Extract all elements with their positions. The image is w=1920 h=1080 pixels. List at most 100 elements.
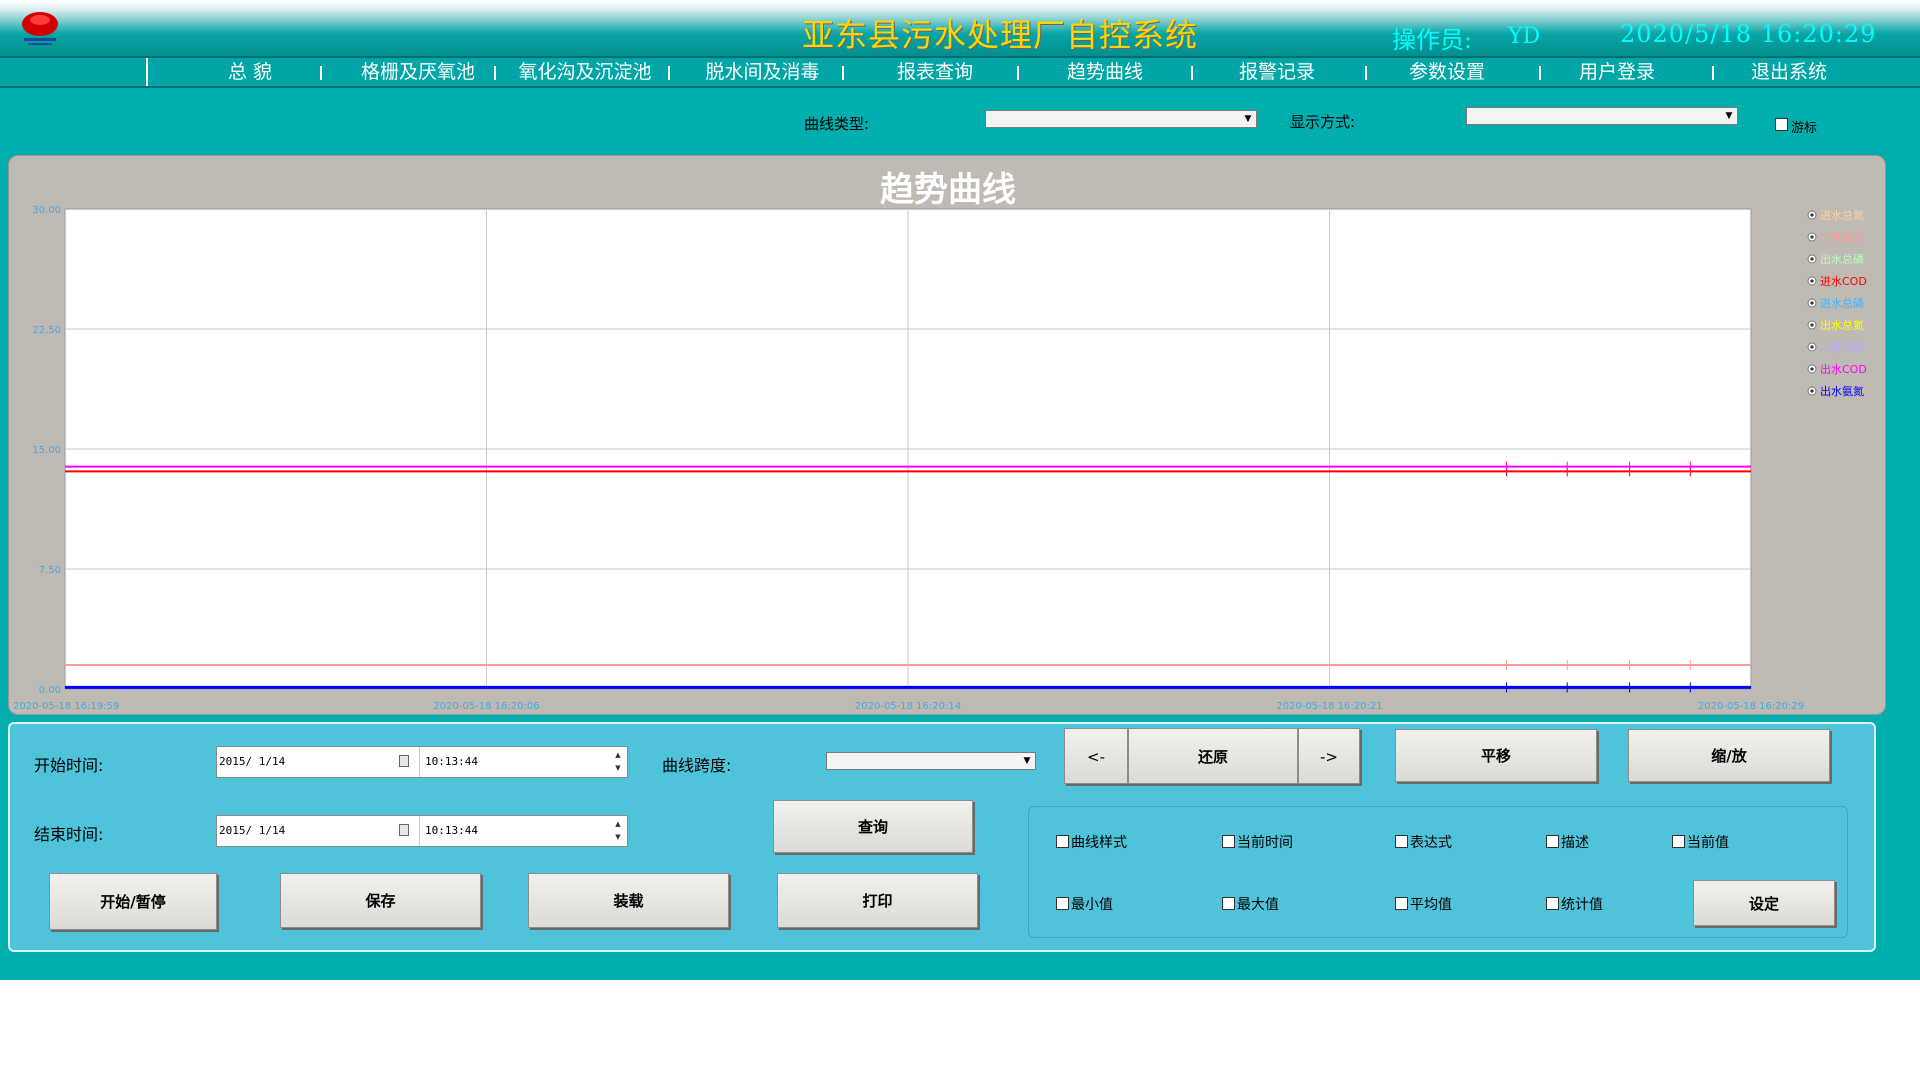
pan-button[interactable]: 平移 [1395,729,1597,782]
y-tick-label: 7.50 [39,565,61,576]
chevron-down-icon: ▼ [1725,111,1733,121]
x-tick-label: 2020-05-18 16:19:59 [13,701,119,712]
option-current-value[interactable]: 当前值 [1672,832,1729,852]
y-tick-label: 30.00 [32,205,61,216]
checkbox[interactable] [1546,896,1559,910]
legend-item-label[interactable]: 出水氨氮 [1820,384,1864,398]
zoom-button[interactable]: 缩/放 [1628,729,1830,782]
legend-eye-pupil-icon [1810,213,1814,217]
system-title: 亚东县污水处理厂自控系统 [801,16,1198,54]
y-tick-label: 15.00 [32,445,61,456]
option-max-value[interactable]: 最大值 [1222,894,1279,914]
nav-grille-anaerobic[interactable]: 格栅及厌氧池 [348,60,488,84]
start-time-spinner[interactable]: ▲ ▼ [611,749,625,775]
legend-item-label[interactable]: 出水总磷 [1820,340,1864,354]
legend-item-label[interactable]: 进水COD [1820,275,1867,288]
start-datetime-picker[interactable]: 2015/ 1/14 10:13:44 ▲ ▼ [216,746,628,778]
x-tick-label: 2020-05-18 16:20:06 [433,701,539,712]
spin-up-icon[interactable]: ▲ [611,818,625,831]
restore-button[interactable]: 还原 [1128,728,1298,784]
spin-down-icon[interactable]: ▼ [611,831,625,844]
legend-item-label[interactable]: 进水总氮 [1820,208,1864,222]
nav-overview[interactable]: 总 貌 [190,60,310,84]
nav-separator [842,66,844,80]
checkbox[interactable] [1222,896,1235,910]
prev-button[interactable]: <- [1064,728,1128,784]
nav-param-settings[interactable]: 参数设置 [1382,60,1512,84]
legend-eye-pupil-icon [1810,257,1814,261]
end-date-field[interactable]: 2015/ 1/14 [219,816,420,846]
checkbox[interactable] [1546,834,1559,848]
start-date-field[interactable]: 2015/ 1/14 [219,747,420,777]
print-button[interactable]: 打印 [777,873,978,928]
nav-left-blank [0,58,148,86]
nav-user-login[interactable]: 用户登录 [1552,60,1682,84]
legend-item-label[interactable]: 出水总磷 [1820,252,1864,266]
chevron-down-icon: ▼ [1023,756,1031,766]
x-tick-label: 2020-05-18 16:20:29 [1698,701,1804,712]
nav-separator [1712,66,1714,80]
nav-separator [1017,66,1019,80]
nav-separator [1365,66,1367,80]
cursor-checkbox[interactable] [1775,118,1788,131]
start-pause-button[interactable]: 开始/暂停 [49,873,217,930]
checkbox[interactable] [1395,896,1408,910]
legend-eye-pupil-icon [1810,323,1814,327]
nav-oxidation-ditch[interactable]: 氧化沟及沉淀池 [510,60,660,84]
calendar-icon[interactable] [399,824,409,836]
title-bar: 亚东县污水处理厂自控系统 操作员: YD 2020/5/18 16:20:29 [0,0,1920,56]
checkbox[interactable] [1056,896,1069,910]
option-label: 统计值 [1561,897,1603,913]
set-button[interactable]: 设定 [1693,880,1835,926]
legend-item-label[interactable]: 出水总氮 [1820,318,1864,332]
option-average-value[interactable]: 平均值 [1395,894,1452,914]
save-button[interactable]: 保存 [280,873,481,928]
option-current-time[interactable]: 当前时间 [1222,832,1293,852]
spin-down-icon[interactable]: ▼ [611,762,625,775]
option-description[interactable]: 描述 [1546,832,1589,852]
curve-type-select[interactable]: ▼ [985,110,1257,128]
legend-item-label[interactable]: 进水总磷 [1820,296,1864,310]
legend-item-label[interactable]: 出水COD [1820,362,1867,376]
checkbox[interactable] [1672,834,1685,848]
load-button[interactable]: 装载 [528,873,729,928]
option-curve-style[interactable]: 曲线样式 [1056,832,1127,852]
option-expression[interactable]: 表达式 [1395,832,1452,852]
next-button[interactable]: -> [1298,728,1360,784]
legend-eye-pupil-icon [1810,279,1814,283]
option-statistic-value[interactable]: 统计值 [1546,894,1603,914]
option-label: 表达式 [1410,835,1452,851]
calendar-icon[interactable] [399,755,409,767]
checkbox[interactable] [1056,834,1069,848]
nav-trend-curve[interactable]: 趋势曲线 [1040,60,1170,84]
checkbox[interactable] [1395,834,1408,848]
option-label: 最小值 [1071,897,1113,913]
end-time-label: 结束时间: [34,825,104,844]
curve-span-label: 曲线跨度: [662,756,732,775]
display-mode-select[interactable]: ▼ [1466,107,1738,125]
display-mode-label: 显示方式: [1290,113,1356,131]
checkbox[interactable] [1222,834,1235,848]
nav-exit-system[interactable]: 退出系统 [1724,60,1854,84]
nav-alarm-log[interactable]: 报警记录 [1212,60,1342,84]
legend-eye-pupil-icon [1810,367,1814,371]
start-time-field[interactable]: 10:13:44 [425,747,478,777]
option-label: 最大值 [1237,897,1279,913]
nav-report-query[interactable]: 报表查询 [870,60,1000,84]
chevron-down-icon: ▼ [1244,114,1252,124]
end-time-spinner[interactable]: ▲ ▼ [611,818,625,844]
end-datetime-picker[interactable]: 2015/ 1/14 10:13:44 ▲ ▼ [216,815,628,847]
current-datetime: 2020/5/18 16:20:29 [1620,20,1877,48]
option-min-value[interactable]: 最小值 [1056,894,1113,914]
query-button[interactable]: 查询 [773,800,973,853]
nav-dewatering[interactable]: 脱水间及消毒 [690,60,835,84]
main-nav-bar: 总 貌 格栅及厌氧池 氧化沟及沉淀池 脱水间及消毒 报表查询 趋势曲线 报警记录… [0,56,1920,88]
curve-type-label: 曲线类型: [804,115,870,133]
end-time-field[interactable]: 10:13:44 [425,816,478,846]
option-label: 描述 [1561,835,1589,851]
legend-item-label[interactable]: 出水氨氮 [1820,230,1864,244]
spin-up-icon[interactable]: ▲ [611,749,625,762]
scada-trend-window: 亚东县污水处理厂自控系统 操作员: YD 2020/5/18 16:20:29 … [0,0,1920,980]
trend-chart[interactable]: 0.00 7.50 15.00 22.50 30.00 2020-05-18 16:19:… [9,156,1887,716]
curve-span-select[interactable]: ▼ [826,752,1036,770]
